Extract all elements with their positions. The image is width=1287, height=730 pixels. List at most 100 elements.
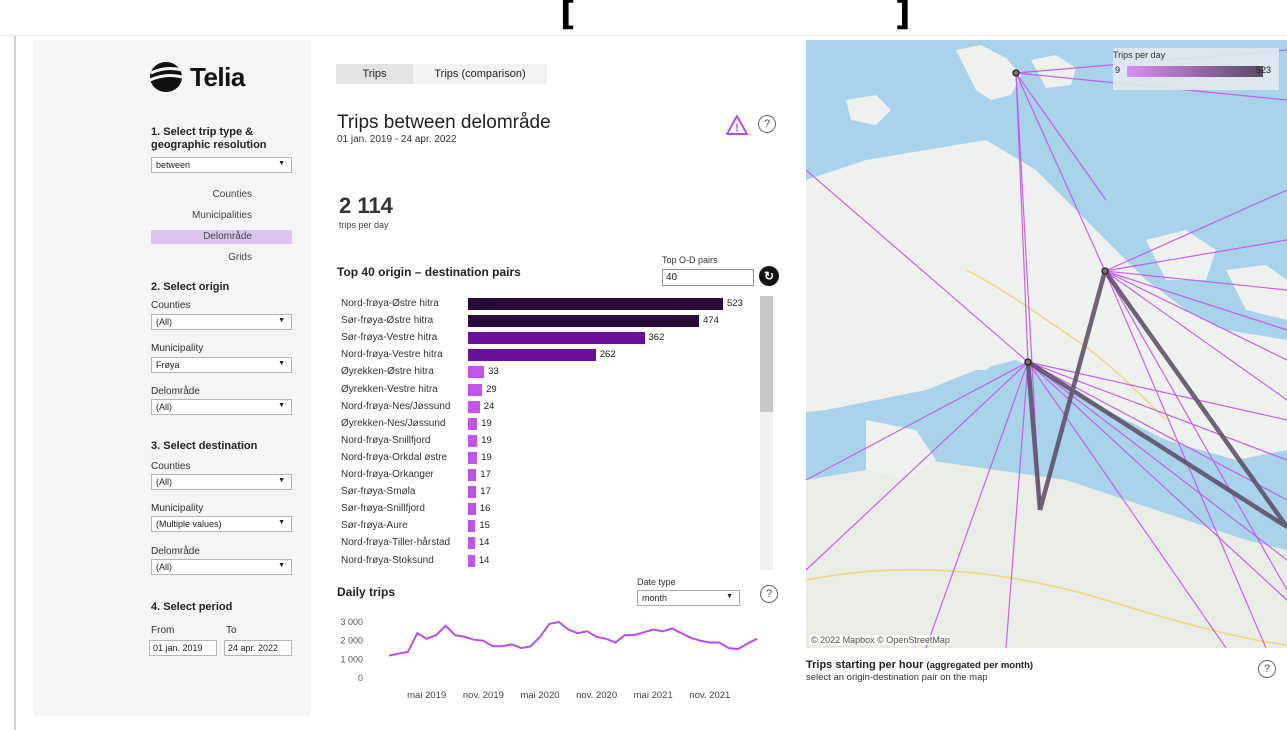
bar-row[interactable]: Sør-frøya-Østre hitra 474 xyxy=(337,313,757,330)
bar[interactable] xyxy=(468,503,476,516)
top-pairs-title: Top 40 origin – destination pairs xyxy=(337,265,521,279)
bar-label: Sør-frøya-Aure xyxy=(341,520,408,532)
x-tick-label: nov. 2019 xyxy=(463,690,504,701)
chevron-down-icon: ▼ xyxy=(278,402,285,409)
destination-delomrade-select[interactable]: (All) ▼ xyxy=(151,559,292,575)
date-type-select[interactable]: month ▼ xyxy=(637,590,740,606)
daily-trips-series-line[interactable] xyxy=(388,620,758,657)
x-tick-label: nov. 2020 xyxy=(576,690,617,701)
help-icon[interactable]: ? xyxy=(1258,660,1276,678)
help-icon[interactable]: ? xyxy=(760,585,778,603)
bar[interactable] xyxy=(468,315,700,328)
bar-value-label: 14 xyxy=(478,537,490,549)
top-od-input[interactable]: 40 xyxy=(662,269,754,286)
bar-row[interactable]: Øyrekken-Vestre hitra 29 xyxy=(337,382,757,399)
bar-row[interactable]: Sør-frøya-Smøla 17 xyxy=(337,484,757,501)
bar-row[interactable]: Nord-frøya-Nes/Jøssund 24 xyxy=(337,399,757,416)
legend-gradient xyxy=(1127,66,1263,77)
bar-value-label: 474 xyxy=(703,315,719,327)
step2-title: 2. Select origin xyxy=(151,281,230,293)
chevron-down-icon: ▼ xyxy=(278,519,285,526)
bar[interactable] xyxy=(468,434,478,447)
warning-icon[interactable]: ! xyxy=(725,114,749,141)
reset-icon[interactable]: ↻ xyxy=(759,266,779,286)
date-type-label: Date type xyxy=(637,577,676,587)
origin-municipality-select[interactable]: Frøya ▼ xyxy=(151,357,292,373)
bar-row[interactable]: Nord-frøya-Østre hitra 523 xyxy=(337,296,757,313)
bar[interactable] xyxy=(468,554,475,567)
bar-row[interactable]: Sør-frøya-Snillfjord 16 xyxy=(337,501,757,518)
help-icon[interactable]: ? xyxy=(758,115,776,133)
bar-label: Sør-frøya-Snillfjord xyxy=(341,503,425,515)
destination-counties-select[interactable]: (All) ▼ xyxy=(151,474,292,490)
hourly-subtitle: select an origin-destination pair on the… xyxy=(806,672,988,683)
bar-row[interactable]: Nord-frøya-Snillfjord 19 xyxy=(337,433,757,450)
bar-row[interactable]: Sør-frøya-Aure 15 xyxy=(337,518,757,535)
bar-list-scroll-thumb[interactable] xyxy=(760,296,773,412)
bar-label: Nord-frøya-Orkanger xyxy=(341,469,434,480)
bar-label: Nord-frøya-Vestre hitra xyxy=(341,349,443,361)
bar-row[interactable]: Øyrekken-Østre hitra 33 xyxy=(337,364,757,381)
bar-value-label: 362 xyxy=(648,332,665,344)
origin-counties-select[interactable]: (All) ▼ xyxy=(151,314,292,330)
bar-value-label: 14 xyxy=(478,554,490,566)
chevron-down-icon: ▼ xyxy=(726,593,733,600)
bar-label: Øyrekken-Vestre hitra xyxy=(341,383,438,395)
geo-level-counties[interactable]: Counties xyxy=(151,188,292,202)
bar[interactable] xyxy=(468,298,723,310)
bar[interactable] xyxy=(468,349,596,362)
bar-label: Nord-frøya-Orkdal østre xyxy=(341,451,448,463)
bar-label: Nord-frøya-Nes/Jøssund xyxy=(341,400,451,412)
bar-row[interactable]: Nord-frøya-Vestre hitra 262 xyxy=(337,347,757,364)
geo-level-grids[interactable]: Grids xyxy=(151,251,292,265)
geo-level-municipalities[interactable]: Municipalities xyxy=(151,209,292,223)
tab-trips[interactable]: Trips xyxy=(336,64,413,84)
bar-row[interactable]: Sør-frøya-Vestre hitra 362 xyxy=(337,330,757,347)
bar[interactable] xyxy=(468,332,645,345)
bar-label: Sør-frøya-Vestre hitra xyxy=(341,332,438,344)
map-attribution[interactable]: © 2022 Mapbox © OpenStreetMap xyxy=(809,635,952,645)
tab-trips-comparison[interactable]: Trips (comparison) xyxy=(413,64,547,84)
origin-delomrade-label: Delområde xyxy=(151,386,200,397)
origin-counties-label: Counties xyxy=(151,300,191,311)
step1-title: 1. Select trip type & geographic resolut… xyxy=(151,126,267,151)
bar[interactable] xyxy=(468,383,483,396)
origin-delomrade-select[interactable]: (All) ▼ xyxy=(151,399,292,415)
bar[interactable] xyxy=(468,486,477,499)
bracket-right: ] xyxy=(895,0,911,34)
window-top-bar: [ ] xyxy=(0,0,1287,36)
period-from-input[interactable]: 01 jan. 2019 xyxy=(149,640,217,656)
daily-trips-title: Daily trips xyxy=(337,585,396,599)
origin-municipality-value: Frøya xyxy=(156,360,180,370)
step3-title: 3. Select destination xyxy=(151,440,258,452)
hourly-title-small: (aggregated per month) xyxy=(926,660,1034,671)
bar-label: Øyrekken-Nes/Jøssund xyxy=(341,417,446,429)
daily-trips-line-chart: 3 000 2 000 1 000 0 mai 2019 nov. 2019 mai 202… xyxy=(340,617,758,701)
bar-row[interactable]: Nord-frøya-Orkdal østre 19 xyxy=(337,450,757,467)
bar[interactable] xyxy=(468,537,475,550)
x-tick-label: mai 2021 xyxy=(634,690,673,701)
destination-municipality-select[interactable]: (Multiple values) ▼ xyxy=(151,516,292,532)
bar-row[interactable]: Nord-frøya-Tiller-hårstad 14 xyxy=(337,535,757,552)
trip-type-select[interactable]: between ▼ xyxy=(151,157,292,173)
bar-row[interactable]: Nord-frøya-Orkanger 17 xyxy=(337,467,757,484)
bar-value-label: 262 xyxy=(599,349,616,361)
bar[interactable] xyxy=(468,366,485,379)
bar-row[interactable]: Øyrekken-Nes/Jøssund 19 xyxy=(337,416,757,433)
x-tick-label: mai 2020 xyxy=(520,690,559,701)
geo-level-delomrade[interactable]: Delområde xyxy=(151,230,292,244)
y-tick-label: 0 xyxy=(358,673,363,683)
page-title: Trips between delområde xyxy=(337,112,551,133)
bar-value-label: 29 xyxy=(486,383,497,395)
bar-value-label: 15 xyxy=(479,520,490,532)
bar-row[interactable]: Nord-frøya-Stoksund 14 xyxy=(337,553,757,570)
bar[interactable] xyxy=(468,417,478,430)
period-to-input[interactable]: 24 apr. 2022 xyxy=(224,640,292,656)
bar[interactable] xyxy=(468,469,477,481)
bar[interactable] xyxy=(468,451,478,464)
bar[interactable] xyxy=(468,400,480,413)
bar[interactable] xyxy=(468,520,476,533)
chevron-down-icon: ▼ xyxy=(278,317,285,324)
chevron-down-icon: ▼ xyxy=(278,160,285,167)
trip-map[interactable] xyxy=(806,40,1287,648)
